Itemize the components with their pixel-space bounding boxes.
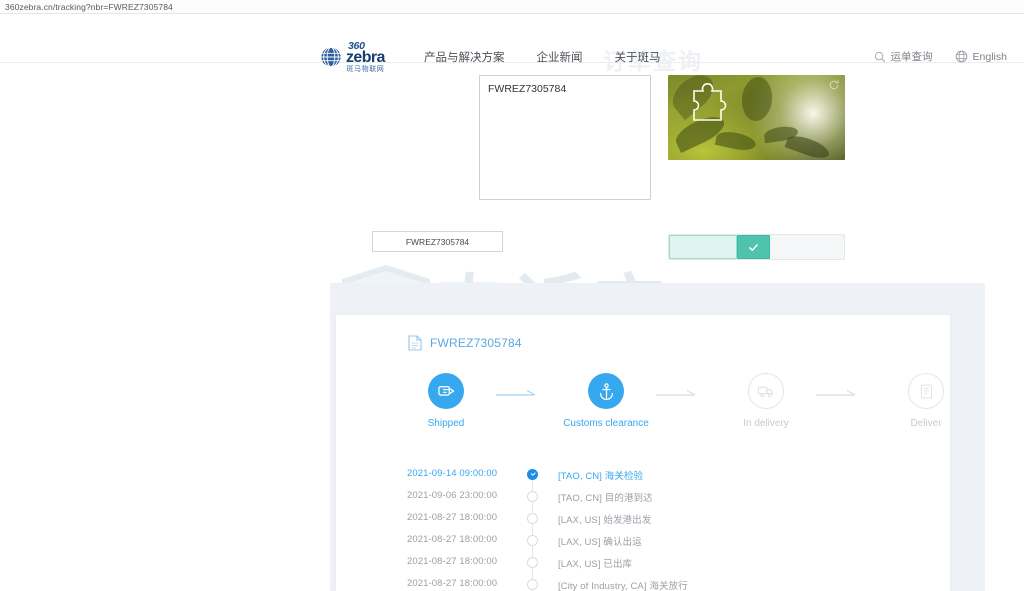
step-customs-clearance[interactable]: Customs clearance [556, 373, 656, 429]
timeline-date: 2021-08-27 18:00:00 [407, 512, 498, 523]
tracking-result-card: FWREZ7305784 Shipped Customs clearance I… [336, 315, 950, 591]
step-deliver-label: Deliver [910, 418, 942, 429]
shipping-icon [428, 373, 464, 409]
timeline-marker [526, 531, 540, 564]
puzzle-piece-outline [693, 83, 727, 121]
step-customs-clearance-label: Customs clearance [563, 418, 649, 429]
timeline-date: 2021-08-27 18:00:00 [407, 556, 498, 567]
timeline-text: [City of Industry, CA] 海关放行 [558, 581, 688, 591]
site-header: 订单查询 360 zebra 斑马物联网 产品与解决方案 企业新闻 关于斑马 运… [0, 15, 1024, 74]
anchor-icon [588, 373, 624, 409]
waybill-query-label: 运单查询 [890, 51, 933, 63]
document-icon [408, 335, 422, 351]
tracking-number-textarea[interactable] [479, 75, 651, 200]
timeline-text: [TAO, CN] 目的港到达 [558, 493, 653, 504]
timeline-marker [526, 509, 540, 542]
timeline-marker [526, 575, 540, 591]
language-label: English [972, 50, 1007, 63]
page-root: 360zebra.cn/tracking?nbr=FWREZ7305784 订单… [0, 0, 1024, 591]
header-actions: 运单查询 English [874, 49, 1007, 64]
step-arrow-3-icon [816, 389, 856, 396]
step-in-delivery-label: In delivery [743, 418, 789, 429]
query-form-area [0, 63, 1024, 260]
tracking-number-link[interactable]: FWREZ7305784 [430, 336, 522, 350]
tracking-number-header[interactable]: FWREZ7305784 [408, 335, 522, 351]
timeline-date: 2021-08-27 18:00:00 [407, 578, 498, 589]
table-row: 2021-09-14 09:00:00 [TAO, CN] 海关检验 [336, 465, 950, 498]
timeline-text: [LAX, US] 确认出运 [558, 537, 642, 548]
browser-url-bar[interactable]: 360zebra.cn/tracking?nbr=FWREZ7305784 [0, 0, 1024, 14]
timeline-text: [LAX, US] 已出库 [558, 559, 633, 570]
puzzle-captcha-image[interactable] [668, 75, 845, 160]
timeline-date: 2021-09-06 23:00:00 [407, 490, 498, 501]
step-arrow-2-icon [656, 389, 696, 396]
table-row: 2021-08-27 18:00:00 [LAX, US] 已出库 [336, 553, 950, 586]
step-deliver[interactable]: Deliver [876, 373, 976, 429]
timeline-date: 2021-09-14 09:00:00 [407, 468, 498, 479]
table-row: 2021-08-27 18:00:00 [LAX, US] 始发港出发 [336, 509, 950, 542]
refresh-icon[interactable] [828, 79, 840, 91]
table-row: 2021-08-27 18:00:00 [City of Industry, C… [336, 575, 950, 591]
timeline-text: [TAO, CN] 海关检验 [558, 471, 644, 482]
timeline-date: 2021-08-27 18:00:00 [407, 534, 498, 545]
step-arrow-1-icon [496, 389, 536, 396]
timeline-marker [526, 487, 540, 520]
captcha-slider-fill [669, 235, 737, 259]
tracking-timeline: 2021-09-14 09:00:00 [TAO, CN] 海关检验 2021-… [336, 465, 950, 591]
timeline-marker [526, 465, 540, 498]
step-shipped[interactable]: Shipped [396, 373, 496, 429]
globe-icon [955, 50, 968, 63]
timeline-text: [LAX, US] 始发港出发 [558, 515, 652, 526]
table-row: 2021-08-27 18:00:00 [LAX, US] 确认出运 [336, 531, 950, 564]
tracking-number-input[interactable] [372, 231, 503, 252]
language-switch-button[interactable]: English [955, 50, 1007, 63]
captcha-slider-track[interactable] [668, 234, 845, 260]
search-icon [874, 51, 886, 63]
progress-steps: Shipped Customs clearance In delivery De… [396, 373, 944, 438]
waybill-query-button[interactable]: 运单查询 [874, 49, 933, 64]
delivery-truck-icon [748, 373, 784, 409]
step-in-delivery[interactable]: In delivery [716, 373, 816, 429]
table-row: 2021-09-06 23:00:00 [TAO, CN] 目的港到达 [336, 487, 950, 520]
timeline-marker [526, 553, 540, 586]
captcha-slider-handle[interactable] [737, 235, 770, 259]
receipt-icon [908, 373, 944, 409]
check-icon [749, 243, 758, 251]
step-shipped-label: Shipped [427, 418, 465, 429]
